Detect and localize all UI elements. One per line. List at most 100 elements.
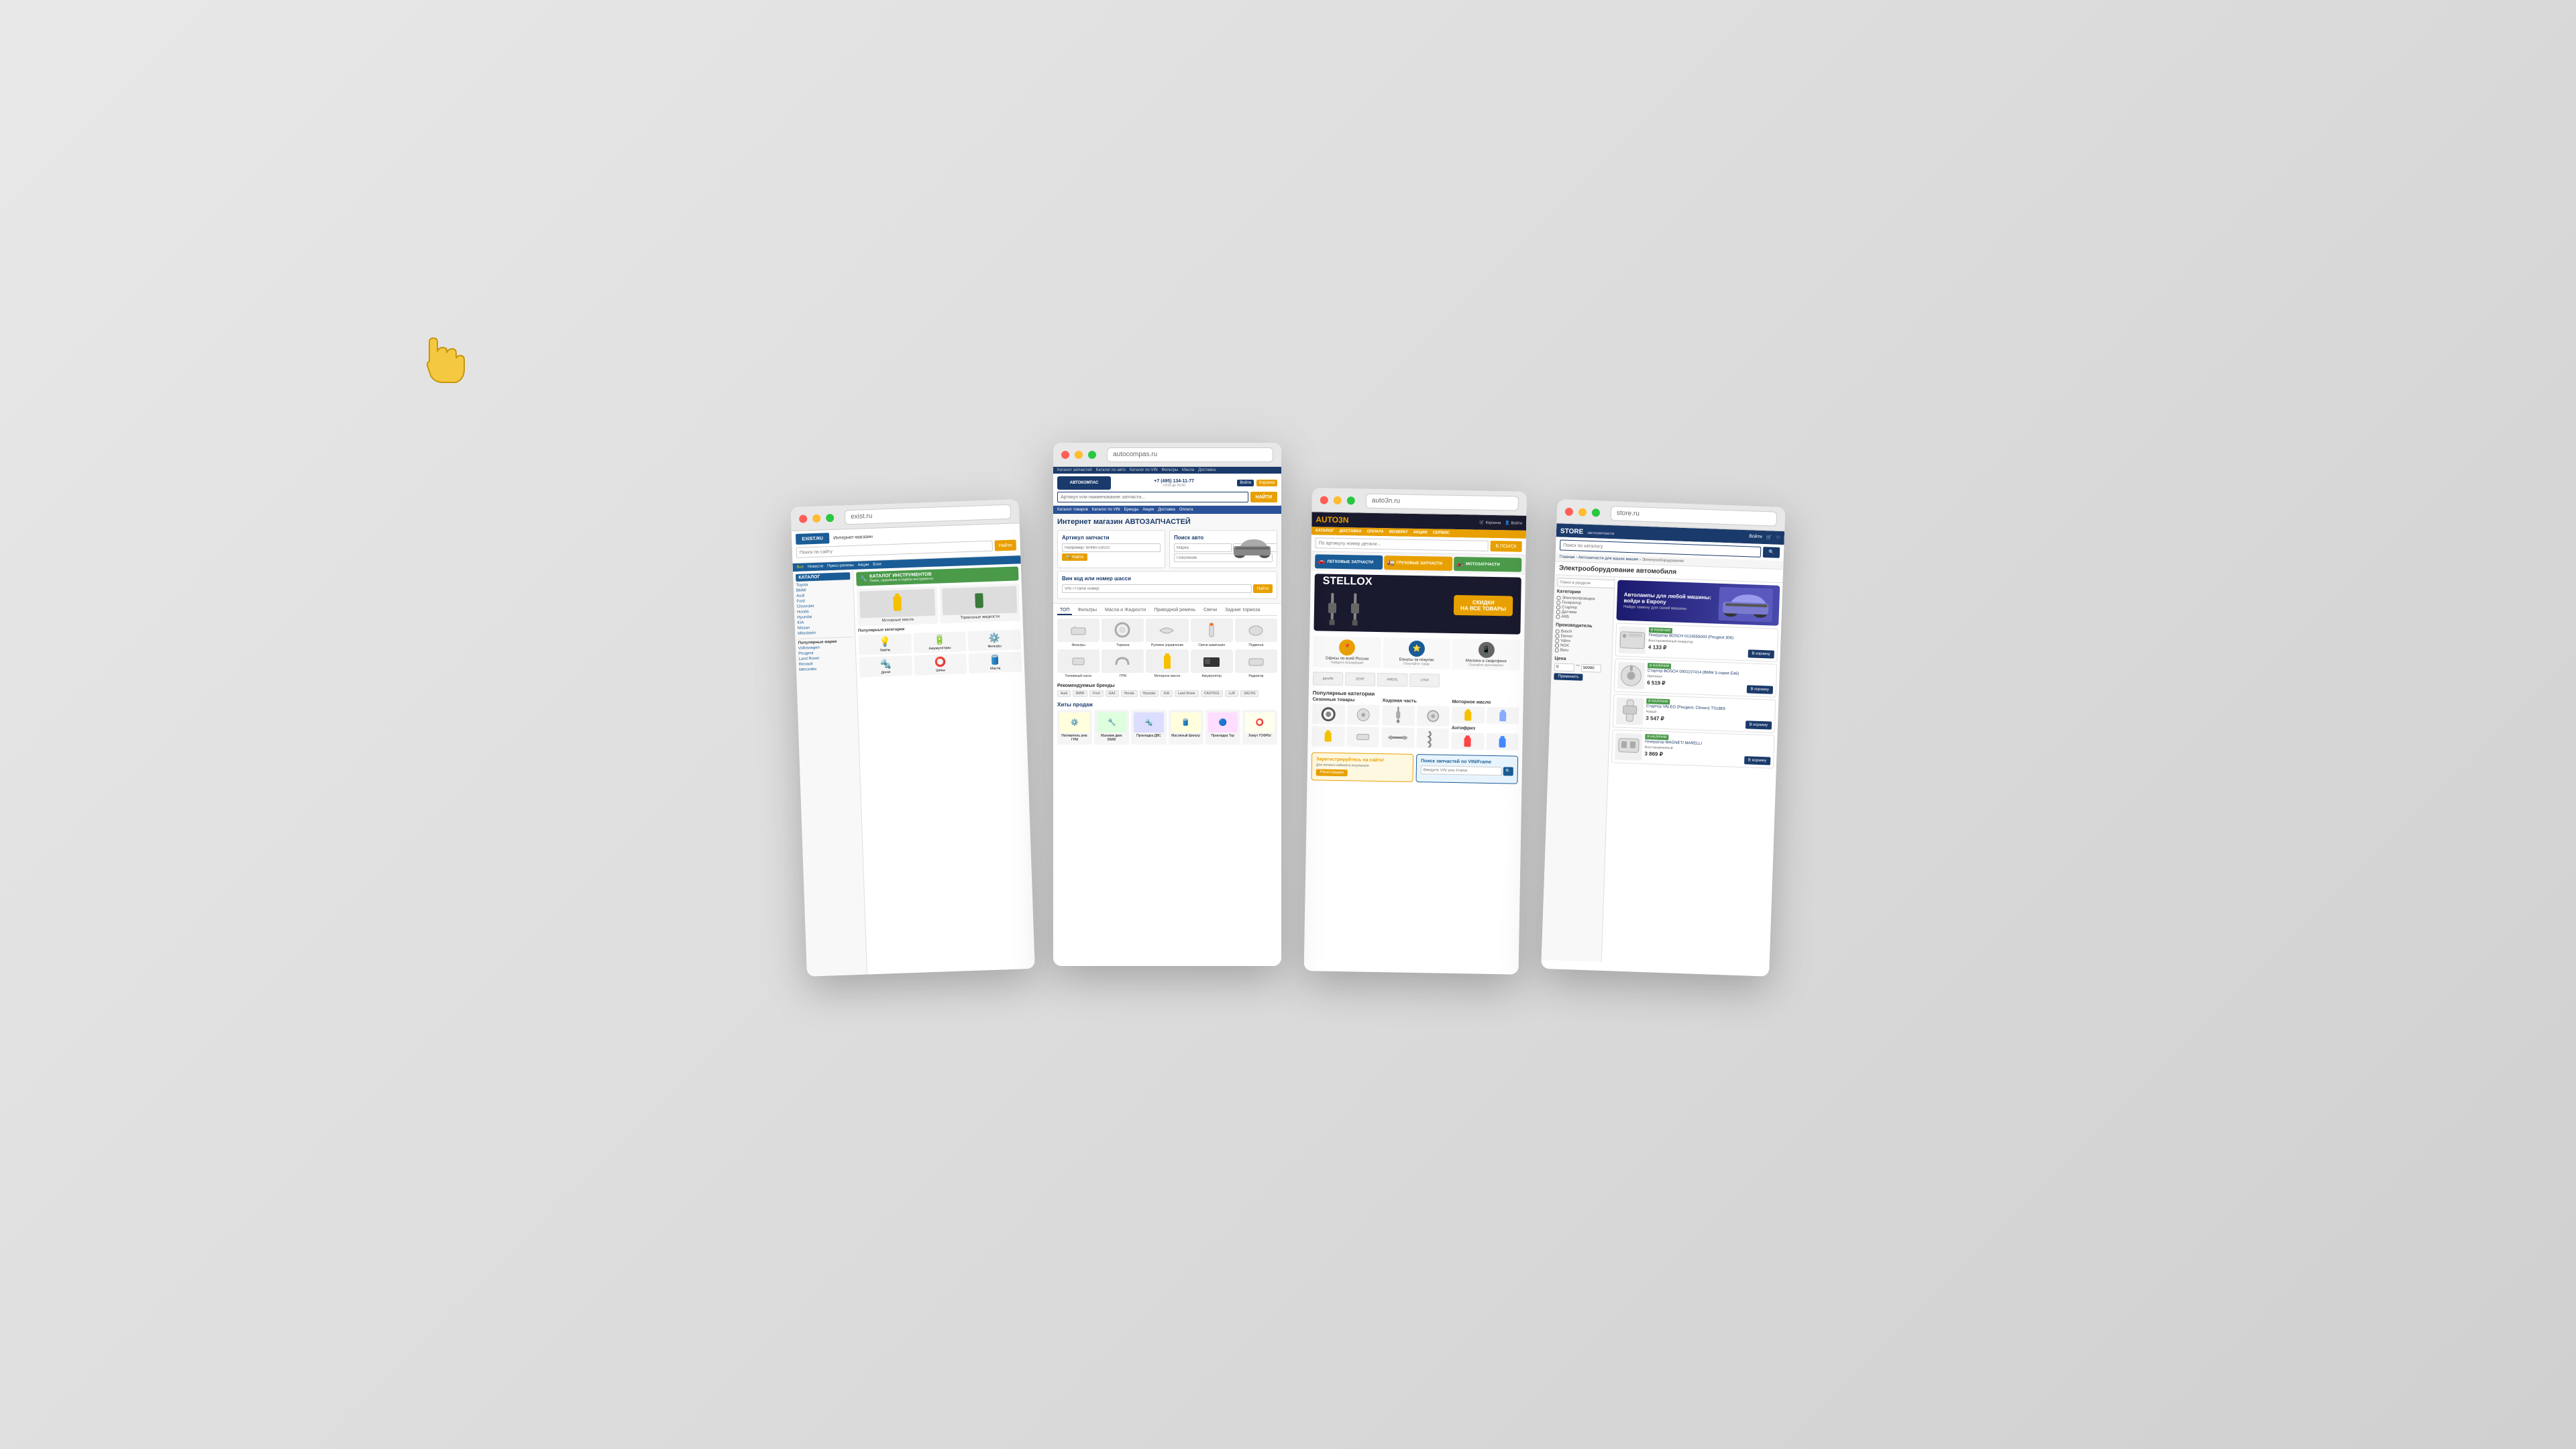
- url-bar-autocompas[interactable]: autocompas.ru: [1107, 447, 1273, 462]
- exist-nav-news[interactable]: Новости: [808, 564, 823, 569]
- autocompas-vin-btn[interactable]: Найти: [1253, 584, 1273, 593]
- store-cat-search-input[interactable]: [1557, 578, 1615, 588]
- maximize-btn-store[interactable]: [1592, 508, 1600, 517]
- exist-nav-promo[interactable]: Акции: [858, 563, 869, 568]
- auto3n-cat-truck[interactable]: 🚛 ГРУЗОВЫЕ ЗАПЧАСТИ: [1384, 555, 1452, 571]
- exist-catalog-btn[interactable]: КАТАЛОГ: [796, 572, 850, 582]
- autocompas-nav-vins[interactable]: Каталог по VIN: [1130, 468, 1158, 472]
- auto3n-promo-areol[interactable]: AREOL: [1377, 673, 1407, 687]
- autocompas-subnav-opl[interactable]: Оплата: [1179, 508, 1193, 512]
- autocompas-cart-btn[interactable]: Корзина: [1256, 480, 1277, 486]
- auto3n-susp-shock[interactable]: [1382, 705, 1415, 726]
- auto3n-promo-lynx[interactable]: LYNX: [1409, 674, 1440, 688]
- auto3n-cat-moto[interactable]: 🏍️ МОТОЗАПЧАСТИ: [1454, 557, 1522, 572]
- autocompas-hit-6[interactable]: ⭕ Хомут ГОФРЫ: [1242, 710, 1277, 745]
- close-btn-exist[interactable]: [799, 515, 807, 523]
- exist-nav-all[interactable]: Все: [797, 566, 804, 570]
- part-item-9[interactable]: Аккумулятор: [1191, 649, 1233, 678]
- auto3n-promo-zent[interactable]: ZENT: [1345, 672, 1375, 686]
- auto3n-cat-passenger[interactable]: 🚗 ЛЕГКОВЫЕ ЗАПЧАСТИ: [1315, 554, 1383, 570]
- autocompas-brand-honda[interactable]: Honda: [1121, 690, 1138, 697]
- store-cart-btn[interactable]: 🛒: [1766, 535, 1772, 540]
- autocompas-brand-gaz[interactable]: GAZ: [1106, 690, 1119, 697]
- maximize-btn-autocompas[interactable]: [1088, 451, 1096, 459]
- auto3n-promo-gazelle[interactable]: gazelle: [1313, 672, 1343, 686]
- autocompas-brand-audi[interactable]: Audi: [1057, 690, 1071, 697]
- auto3n-register-btn[interactable]: Регистрация: [1316, 769, 1348, 776]
- store-product-4-add-btn[interactable]: В корзину: [1744, 756, 1771, 765]
- minimize-btn-autocompas[interactable]: [1075, 451, 1083, 459]
- part-item-1[interactable]: Фильтры: [1057, 619, 1099, 647]
- part-item-2[interactable]: Тормоза: [1102, 619, 1144, 647]
- autocompas-vin-input[interactable]: [1062, 584, 1252, 593]
- store-product-2-add-btn[interactable]: В корзину: [1746, 685, 1773, 694]
- part-item-10[interactable]: Радиатор: [1235, 649, 1277, 678]
- auto3n-vin-input[interactable]: [1421, 765, 1502, 775]
- auto3n-nav-service[interactable]: СЕРВИС: [1433, 531, 1450, 535]
- part-item-6[interactable]: Топливный насос: [1057, 649, 1099, 678]
- part-item-7[interactable]: ГРМ: [1102, 649, 1144, 678]
- autocompas-brand-input[interactable]: [1174, 543, 1232, 552]
- autocompas-subnav-aktsii[interactable]: Акции: [1142, 508, 1154, 512]
- auto3n-susp-spring[interactable]: [1416, 728, 1449, 749]
- close-btn-autocompas[interactable]: [1061, 451, 1069, 459]
- store-login-btn[interactable]: Войти: [1749, 534, 1762, 540]
- exist-cat-item-2[interactable]: 🔋 Аккумуляторы: [913, 631, 967, 653]
- autocompas-hit-2[interactable]: 🔧 Маховик двиг. BMW: [1094, 710, 1129, 745]
- autocompas-hit-1[interactable]: ⚙️ Натяжитель рем. ГРМ: [1057, 710, 1092, 745]
- auto3n-antifreeze-2[interactable]: [1486, 733, 1519, 751]
- auto3n-seasonal-oil[interactable]: [1311, 726, 1344, 747]
- part-item-8[interactable]: Моторное масло: [1146, 649, 1188, 678]
- exist-search-button[interactable]: Найти: [995, 539, 1017, 551]
- autocompas-nav-makes[interactable]: Каталог по авто: [1096, 468, 1126, 472]
- autocompas-hit-4[interactable]: 🛢️ Масляный фильтр: [1169, 710, 1203, 745]
- auto3n-login-btn[interactable]: 👤 Войти: [1505, 521, 1522, 525]
- exist-product-oil[interactable]: Моторные масла: [857, 586, 938, 627]
- autocompas-nav-filters[interactable]: Фильтры: [1162, 468, 1178, 472]
- auto3n-susp-hub[interactable]: [1416, 706, 1449, 727]
- autocompas-login-btn[interactable]: Войти: [1237, 480, 1254, 486]
- auto3n-susp-tie[interactable]: [1381, 727, 1414, 748]
- exist-nav-press[interactable]: Пресс-релизы: [827, 564, 854, 568]
- exist-cat-10[interactable]: Mitsubishi: [798, 630, 852, 636]
- exist-cat-item-1[interactable]: 💡 Лампы: [858, 633, 912, 655]
- maximize-btn-auto3n[interactable]: [1347, 496, 1355, 504]
- part-item-3[interactable]: Рулевое управление: [1146, 619, 1188, 647]
- exist-brand-5[interactable]: Mercedes: [799, 666, 853, 672]
- auto3n-seasonal-tires[interactable]: [1312, 704, 1345, 724]
- autocompas-tab-brakes[interactable]: Задние тормоза: [1222, 606, 1263, 615]
- exist-nav-blog[interactable]: Блог: [873, 562, 881, 566]
- exist-cat-item-3[interactable]: ⚙️ Фильтры: [968, 629, 1022, 651]
- autocompas-brand-luk[interactable]: SACHS: [1240, 690, 1258, 697]
- close-btn-store[interactable]: [1565, 507, 1573, 515]
- auto3n-seasonal-discs[interactable]: [1346, 704, 1379, 725]
- store-product-1-add-btn[interactable]: В корзину: [1748, 649, 1774, 658]
- auto3n-nav-catalog[interactable]: КАТАЛОГ: [1316, 529, 1334, 533]
- exist-promo-banner[interactable]: 🔧 КАТАЛОГ ИНСТРУМЕНТОВ Поиск, сравнение …: [856, 566, 1019, 586]
- autocompas-hit-5[interactable]: 🔵 Прокладка Тор: [1205, 710, 1240, 745]
- autocompas-brand-castrol[interactable]: LUK: [1225, 690, 1238, 697]
- exist-cat-item-6[interactable]: 🛢️ Масла: [969, 651, 1022, 674]
- auto3n-search-input[interactable]: [1316, 537, 1489, 551]
- autocompas-subnav-car[interactable]: Каталог по VIN: [1092, 508, 1120, 512]
- auto3n-antifreeze-1[interactable]: [1451, 733, 1484, 750]
- auto3n-engine-syn[interactable]: [1452, 706, 1485, 724]
- auto3n-nav-return[interactable]: ВОЗВРАТ: [1389, 530, 1408, 534]
- autocompas-tab-spark[interactable]: Свечи: [1201, 606, 1220, 615]
- url-bar-store[interactable]: store.ru: [1611, 506, 1778, 527]
- store-price-max[interactable]: [1581, 664, 1601, 673]
- store-price-min[interactable]: [1554, 663, 1574, 672]
- autocompas-article-input[interactable]: [1062, 543, 1161, 552]
- autocompas-nav-delivery[interactable]: Доставка: [1198, 468, 1216, 472]
- autocompas-tab-oils[interactable]: Масла и Жидкости: [1102, 606, 1148, 615]
- store-search-btn[interactable]: 🔍: [1763, 547, 1780, 558]
- auto3n-seasonal-extra[interactable]: [1346, 727, 1379, 747]
- autocompas-nav-oils[interactable]: Масла: [1182, 468, 1194, 472]
- auto3n-nav-promo[interactable]: АКЦИИ: [1413, 531, 1428, 535]
- minimize-btn-exist[interactable]: [812, 514, 820, 522]
- autocompas-tab-top[interactable]: ТОП: [1057, 606, 1072, 615]
- autocompas-tab-belt[interactable]: Приводной ремень: [1151, 606, 1198, 615]
- url-bar-auto3n[interactable]: auto3n.ru: [1366, 493, 1519, 511]
- auto3n-nav-delivery[interactable]: ДОСТАВКА: [1340, 529, 1362, 534]
- autocompas-tab-filters[interactable]: Фильтры: [1075, 606, 1099, 615]
